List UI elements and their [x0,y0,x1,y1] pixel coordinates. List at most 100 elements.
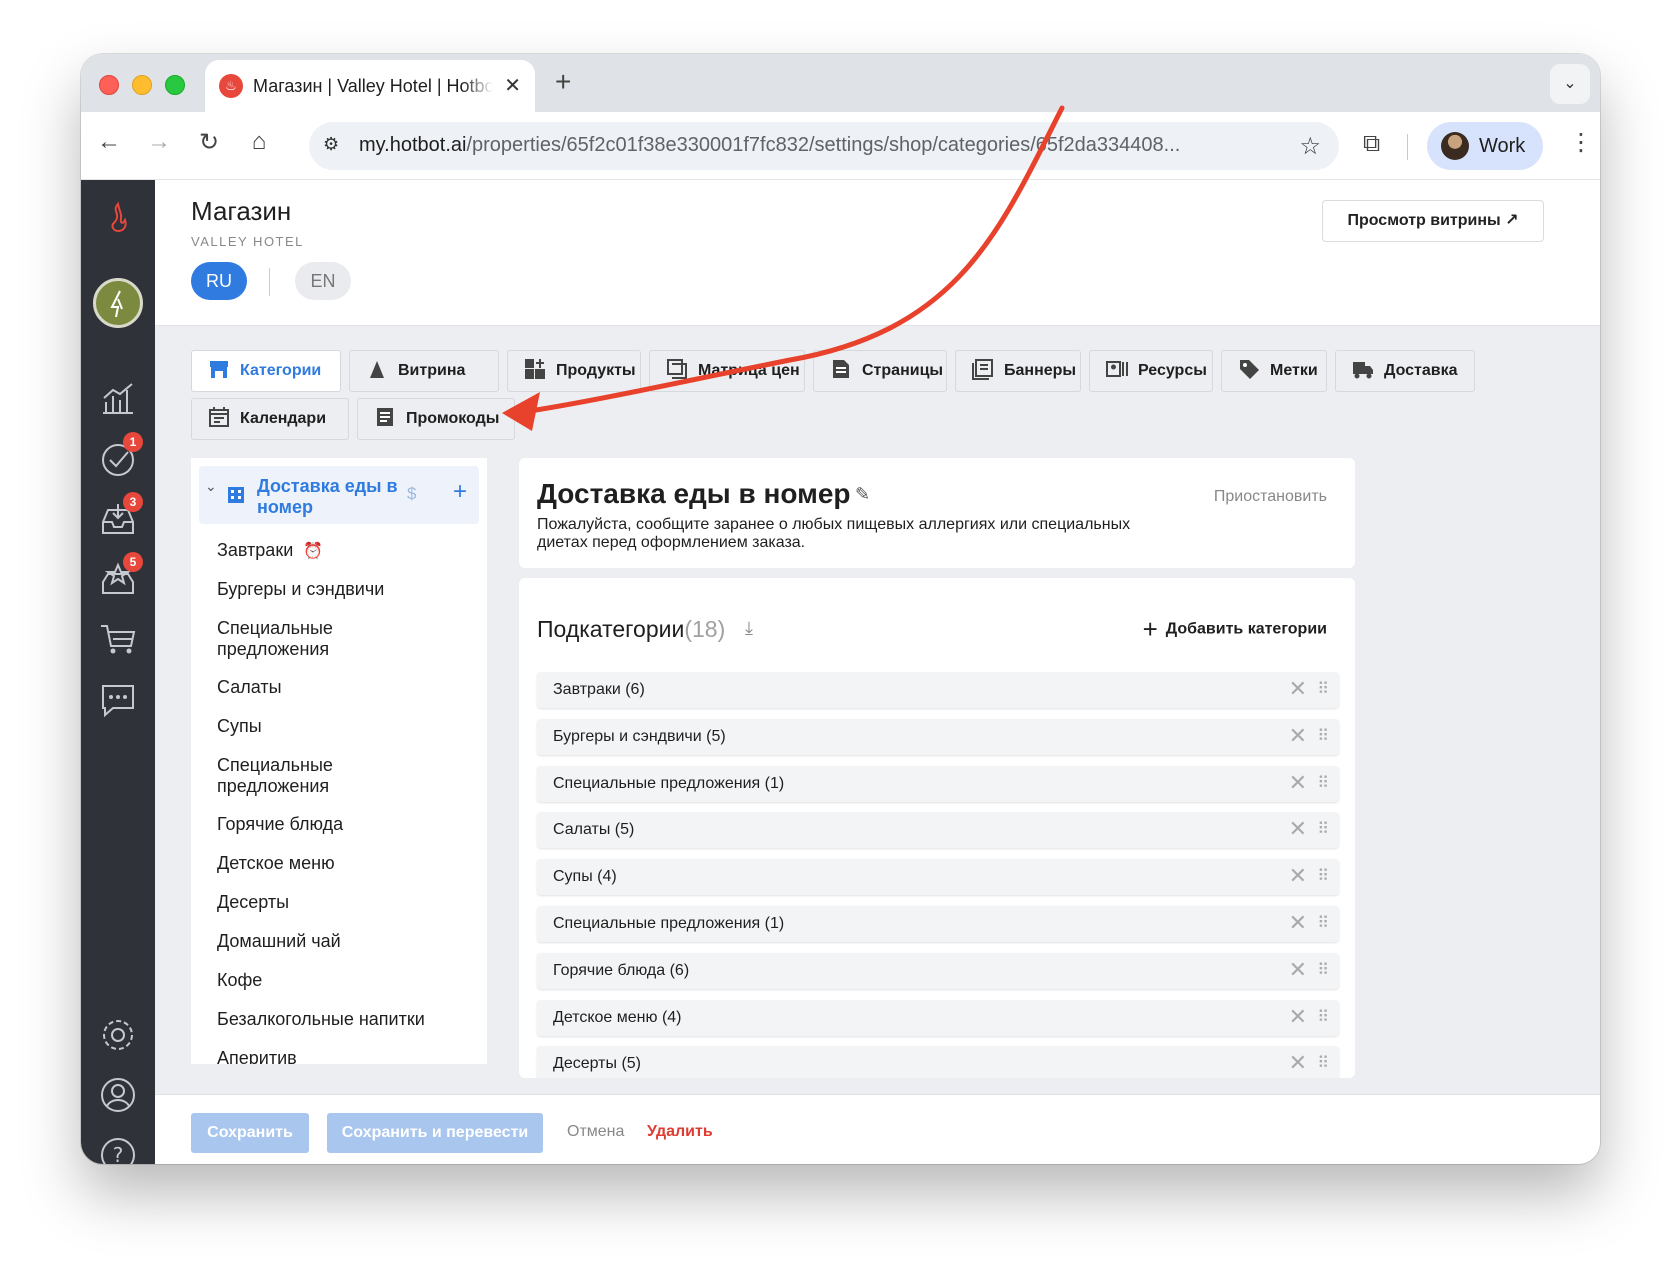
save-button[interactable]: Сохранить [191,1113,309,1153]
pause-button[interactable]: Приостановить [1214,488,1327,506]
new-tab-button[interactable]: + [555,66,571,98]
remove-x-icon[interactable]: ✕ [1289,770,1307,796]
download-icon[interactable]: ⤓ [745,618,753,639]
delete-button[interactable]: Удалить [647,1123,713,1141]
chevron-down-icon[interactable]: ⌄ [205,478,217,495]
preview-storefront-button[interactable]: Просмотр витрины ↗ [1322,200,1544,242]
tree-root-item[interactable]: ⌄ Доставка еды в номер $ + [199,466,479,524]
drag-handle-icon[interactable]: ⠿ [1317,1007,1329,1027]
address-bar[interactable]: ⚙ my.hotbot.ai/properties/65f2c01f38e330… [309,122,1339,170]
analytics-chart-icon[interactable] [81,376,155,422]
inbox-tray-icon[interactable]: 3 [81,492,155,542]
subcategory-row[interactable]: Детское меню (4) ✕ ⠿ [537,1000,1339,1036]
property-avatar[interactable] [93,278,143,328]
tree-item[interactable]: Детское меню [217,853,457,874]
close-window-button[interactable] [99,75,119,95]
subcategory-row[interactable]: Десерты (5) ✕ ⠿ [537,1046,1339,1078]
remove-x-icon[interactable]: ✕ [1289,910,1307,936]
tree-item[interactable]: Кофе [217,970,457,991]
drag-handle-icon[interactable]: ⠿ [1317,960,1329,980]
settings-gear-icon[interactable] [81,1010,155,1056]
site-settings-icon[interactable]: ⚙ [323,134,339,155]
drag-handle-icon[interactable]: ⠿ [1317,773,1329,793]
subcategory-row[interactable]: Завтраки (6) ✕ ⠿ [537,672,1339,708]
tree-item[interactable]: Специальные предложения [217,755,367,797]
remove-x-icon[interactable]: ✕ [1289,863,1307,889]
tree-item[interactable]: Безалкогольные напитки [217,1009,457,1030]
tab-banners[interactable]: Баннеры [955,350,1081,392]
reload-icon[interactable]: ↻ [191,128,227,157]
subcategory-row[interactable]: Бургеры и сэндвичи (5) ✕ ⠿ [537,719,1339,755]
back-arrow-icon[interactable]: ← [91,128,127,156]
tree-item[interactable]: Аперитив [217,1048,457,1064]
tree-item[interactable]: Завтраки ⏰ [217,540,457,562]
tree-item[interactable]: Специальные предложения [217,618,367,660]
subcategory-row[interactable]: Горячие блюда (6) ✕ ⠿ [537,953,1339,989]
drag-handle-icon[interactable]: ⠿ [1317,679,1329,699]
subcategory-row[interactable]: Специальные предложения (1) ✕ ⠿ [537,906,1339,942]
forward-arrow-icon[interactable]: → [141,128,177,156]
browser-tab-active[interactable]: ♨ Магазин | Valley Hotel | Hotbot ✕ [205,60,535,112]
tab-pages[interactable]: Страницы [813,350,947,392]
home-icon[interactable]: ⌂ [241,128,277,156]
drag-handle-icon[interactable]: ⠿ [1317,913,1329,933]
tab-label: Страницы [862,362,944,379]
tab-products[interactable]: Продукты [507,350,641,392]
reviews-star-icon[interactable]: 5 [81,552,155,602]
tab-tags[interactable]: Метки [1221,350,1327,392]
chat-bubble-icon[interactable] [81,676,155,722]
user-profile-icon[interactable] [81,1070,155,1116]
drag-handle-icon[interactable]: ⠿ [1317,726,1329,746]
remove-x-icon[interactable]: ✕ [1289,676,1307,702]
drag-handle-icon[interactable]: ⠿ [1317,819,1329,839]
browser-menu-icon[interactable]: ⋮ [1569,128,1593,157]
tab-search-chevron-icon[interactable]: ⌄ [1550,64,1590,104]
add-categories-button[interactable]: + Добавить категории [1143,614,1327,645]
minimize-window-button[interactable] [132,75,152,95]
url-text[interactable]: my.hotbot.ai/properties/65f2c01f38e33000… [359,134,1271,157]
remove-x-icon[interactable]: ✕ [1289,1050,1307,1076]
subcategory-label: Специальные предложения (1) [553,915,785,932]
drag-handle-icon[interactable]: ⠿ [1317,1053,1329,1073]
subcategory-row[interactable]: Специальные предложения (1) ✕ ⠿ [537,766,1339,802]
tree-item[interactable]: Домашний чай [217,931,457,952]
tab-calendars[interactable]: Календари [191,398,349,440]
tab-label: Доставка [1384,362,1458,379]
tree-item[interactable]: Салаты [217,677,457,698]
cancel-button[interactable]: Отмена [567,1123,624,1141]
bookmark-star-icon[interactable]: ☆ [1299,132,1321,161]
tab-promocodes[interactable]: Промокоды [357,398,515,440]
extensions-puzzle-icon[interactable]: ⧉ [1363,130,1380,158]
save-and-translate-button[interactable]: Сохранить и перевести [327,1113,543,1153]
remove-x-icon[interactable]: ✕ [1289,816,1307,842]
shop-cart-icon[interactable] [81,616,155,662]
profile-button[interactable]: Work [1427,122,1543,170]
zoom-window-button[interactable] [165,75,185,95]
help-question-icon[interactable]: ? [81,1130,155,1164]
tasks-check-icon[interactable]: 1 [81,432,155,482]
lang-ru-button[interactable]: RU [191,262,247,300]
subcategory-row[interactable]: Супы (4) ✕ ⠿ [537,859,1339,895]
tab-showcase[interactable]: Витрина [349,350,499,392]
profile-name: Work [1479,135,1526,157]
tree-item[interactable]: Супы [217,716,457,737]
close-tab-icon[interactable]: ✕ [504,73,521,98]
remove-x-icon[interactable]: ✕ [1289,723,1307,749]
browser-window: ♨ Магазин | Valley Hotel | Hotbot ✕ + ⌄ … [81,54,1600,1164]
tree-item[interactable]: Горячие блюда [217,814,457,835]
remove-x-icon[interactable]: ✕ [1289,1004,1307,1030]
edit-pencil-icon[interactable]: ✎ [855,484,870,505]
tree-item[interactable]: Десерты [217,892,457,913]
add-subcategory-icon[interactable]: + [453,478,467,506]
hotbot-logo-icon[interactable] [81,194,155,240]
lang-en-button[interactable]: EN [295,262,351,300]
tab-label: Категории [240,362,322,379]
tab-price-matrix[interactable]: Матрица цен [649,350,805,392]
tab-resources[interactable]: Ресурсы [1089,350,1213,392]
drag-handle-icon[interactable]: ⠿ [1317,866,1329,886]
subcategory-row[interactable]: Салаты (5) ✕ ⠿ [537,812,1339,848]
remove-x-icon[interactable]: ✕ [1289,957,1307,983]
tree-item[interactable]: Бургеры и сэндвичи [217,579,457,600]
tab-categories[interactable]: Категории [191,350,341,392]
tab-delivery[interactable]: Доставка [1335,350,1475,392]
